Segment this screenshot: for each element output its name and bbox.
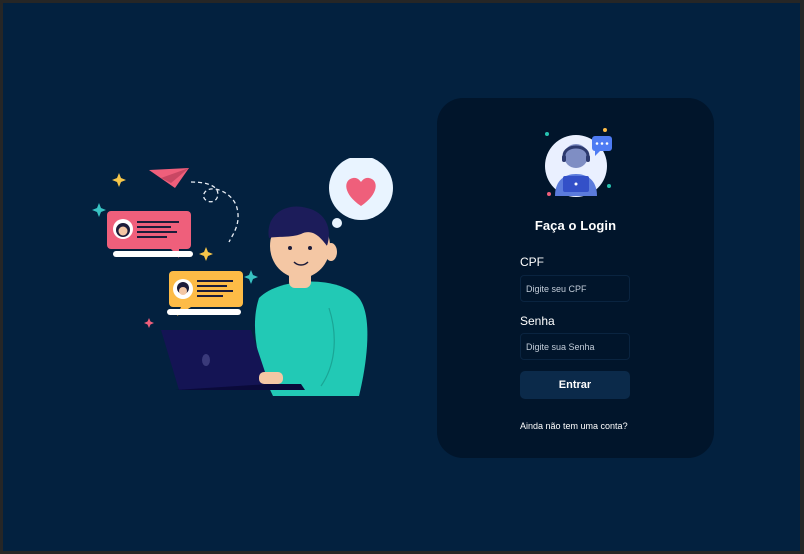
password-input[interactable] bbox=[520, 333, 630, 360]
login-title: Faça o Login bbox=[534, 218, 617, 233]
login-card: Faça o Login CPF Senha Entrar Ainda não … bbox=[437, 98, 714, 458]
login-page: Faça o Login CPF Senha Entrar Ainda não … bbox=[3, 3, 800, 551]
cpf-input[interactable] bbox=[520, 275, 630, 302]
login-button[interactable]: Entrar bbox=[520, 371, 630, 399]
cpf-label: CPF bbox=[520, 255, 544, 269]
password-label: Senha bbox=[520, 314, 555, 328]
person-with-laptop-illustration bbox=[92, 158, 393, 396]
signup-link[interactable]: Ainda não tem uma conta? bbox=[520, 421, 628, 431]
support-agent-avatar-icon bbox=[545, 128, 612, 197]
